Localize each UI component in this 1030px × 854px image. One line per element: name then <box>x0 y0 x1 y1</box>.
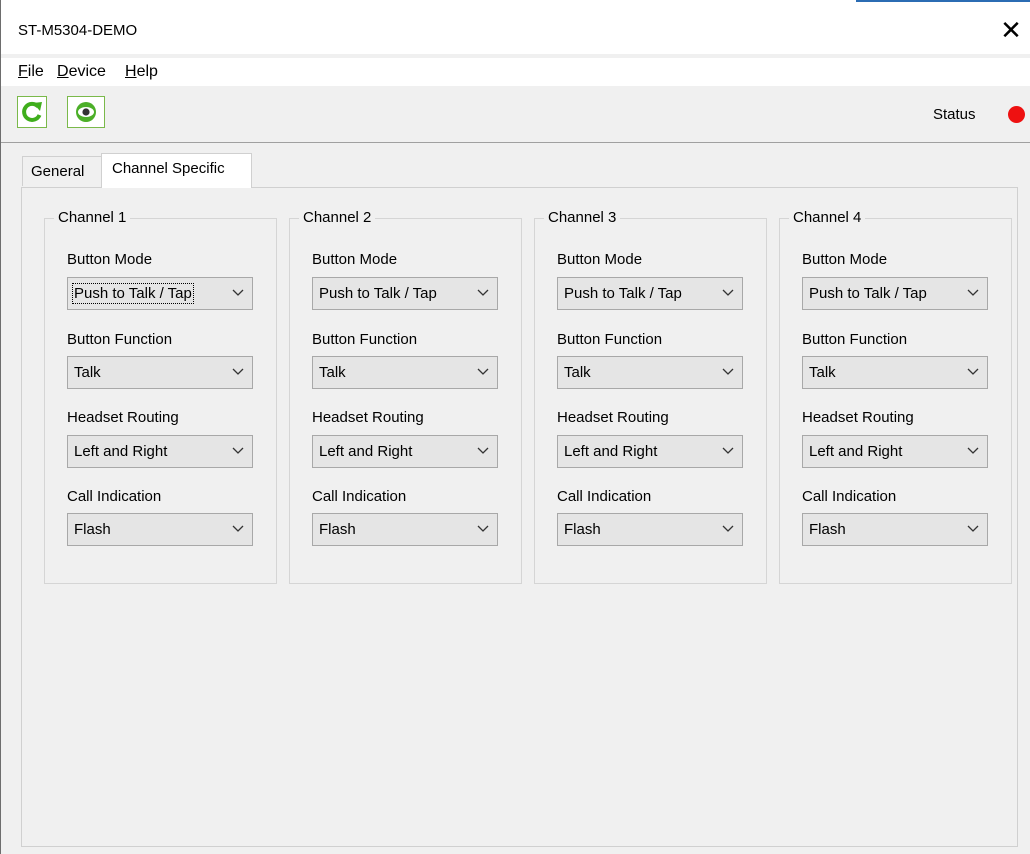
tab-strip: General Channel Specific <box>1 142 1030 188</box>
headset-routing-label: Headset Routing <box>67 409 179 426</box>
title-bar: ST-M5304-DEMO ✕ <box>1 0 1030 54</box>
channel-group-2: Channel 2 Button Mode Push to Talk / Tap… <box>289 209 522 584</box>
call-indication-label: Call Indication <box>67 488 162 505</box>
channel-group-3: Channel 3 Button Mode Push to Talk / Tap… <box>534 209 767 584</box>
chevron-down-icon <box>232 447 244 454</box>
select-value: Left and Right <box>74 443 168 460</box>
button-function-select[interactable]: Talk <box>802 356 988 389</box>
menu-file[interactable]: File <box>18 63 44 81</box>
channel-group-1: Channel 1 Button Mode Push to Talk / Tap… <box>44 209 277 584</box>
select-value: Talk <box>319 364 346 381</box>
menu-bar: File Device Help <box>1 58 1030 86</box>
channel-title: Channel 2 <box>299 209 376 226</box>
menu-device[interactable]: Device <box>57 63 106 81</box>
chevron-down-icon <box>477 525 489 532</box>
headset-routing-select[interactable]: Left and Right <box>802 435 988 468</box>
headset-routing-label: Headset Routing <box>557 409 669 426</box>
select-value: Talk <box>74 364 101 381</box>
tab-general[interactable]: General <box>22 156 102 186</box>
select-value: Push to Talk / Tap <box>72 283 194 304</box>
call-indication-select[interactable]: Flash <box>67 513 253 546</box>
button-function-select[interactable]: Talk <box>312 356 498 389</box>
chevron-down-icon <box>967 368 979 375</box>
button-function-select[interactable]: Talk <box>557 356 743 389</box>
chevron-down-icon <box>477 447 489 454</box>
call-indication-label: Call Indication <box>802 488 897 505</box>
select-value: Push to Talk / Tap <box>809 285 927 302</box>
select-value: Push to Talk / Tap <box>319 285 437 302</box>
select-value: Left and Right <box>564 443 658 460</box>
headset-routing-label: Headset Routing <box>802 409 914 426</box>
channel-title: Channel 4 <box>789 209 866 226</box>
button-mode-label: Button Mode <box>312 251 398 268</box>
button-function-select[interactable]: Talk <box>67 356 253 389</box>
close-button[interactable]: ✕ <box>991 14 1030 50</box>
call-indication-label: Call Indication <box>557 488 652 505</box>
select-value: Talk <box>564 364 591 381</box>
window-title: ST-M5304-DEMO <box>18 22 138 39</box>
channel-specific-panel: Channel 1 Button Mode Push to Talk / Tap… <box>21 187 1018 847</box>
chevron-down-icon <box>967 525 979 532</box>
chevron-down-icon <box>477 289 489 296</box>
chevron-down-icon <box>477 368 489 375</box>
button-mode-select[interactable]: Push to Talk / Tap <box>802 277 988 310</box>
eye-icon <box>76 102 96 122</box>
call-indication-select[interactable]: Flash <box>802 513 988 546</box>
select-value: Talk <box>809 364 836 381</box>
refresh-button[interactable] <box>17 96 47 128</box>
view-button[interactable] <box>67 96 105 128</box>
chevron-down-icon <box>722 289 734 296</box>
headset-routing-select[interactable]: Left and Right <box>67 435 253 468</box>
select-value: Flash <box>319 521 356 538</box>
chevron-down-icon <box>232 368 244 375</box>
button-mode-label: Button Mode <box>802 251 888 268</box>
button-function-label: Button Function <box>67 331 173 348</box>
select-value: Left and Right <box>319 443 413 460</box>
button-function-label: Button Function <box>802 331 908 348</box>
chevron-down-icon <box>722 368 734 375</box>
toolbar: Status <box>1 86 1030 143</box>
headset-routing-select[interactable]: Left and Right <box>312 435 498 468</box>
select-value: Left and Right <box>809 443 903 460</box>
chevron-down-icon <box>232 289 244 296</box>
button-function-label: Button Function <box>312 331 418 348</box>
call-indication-select[interactable]: Flash <box>312 513 498 546</box>
button-mode-label: Button Mode <box>67 251 153 268</box>
select-value: Flash <box>564 521 601 538</box>
refresh-icon <box>22 101 42 122</box>
chevron-down-icon <box>722 525 734 532</box>
chevron-down-icon <box>967 289 979 296</box>
headset-routing-select[interactable]: Left and Right <box>557 435 743 468</box>
select-value: Flash <box>809 521 846 538</box>
button-mode-select[interactable]: Push to Talk / Tap <box>557 277 743 310</box>
chevron-down-icon <box>722 447 734 454</box>
menu-help[interactable]: Help <box>125 63 158 81</box>
tab-channel-specific[interactable]: Channel Specific <box>101 153 252 188</box>
channel-title: Channel 1 <box>54 209 131 226</box>
button-function-label: Button Function <box>557 331 663 348</box>
channel-title: Channel 3 <box>544 209 621 226</box>
title-accent <box>856 0 1030 2</box>
headset-routing-label: Headset Routing <box>312 409 424 426</box>
button-mode-select[interactable]: Push to Talk / Tap <box>67 277 253 310</box>
select-value: Push to Talk / Tap <box>564 285 682 302</box>
chevron-down-icon <box>232 525 244 532</box>
status-label: Status <box>933 106 976 123</box>
app-window: ST-M5304-DEMO ✕ File Device Help Status … <box>0 0 1030 854</box>
channel-group-4: Channel 4 Button Mode Push to Talk / Tap… <box>779 209 1012 584</box>
status-indicator <box>1008 106 1025 123</box>
button-mode-select[interactable]: Push to Talk / Tap <box>312 277 498 310</box>
call-indication-label: Call Indication <box>312 488 407 505</box>
select-value: Flash <box>74 521 111 538</box>
button-mode-label: Button Mode <box>557 251 643 268</box>
chevron-down-icon <box>967 447 979 454</box>
call-indication-select[interactable]: Flash <box>557 513 743 546</box>
